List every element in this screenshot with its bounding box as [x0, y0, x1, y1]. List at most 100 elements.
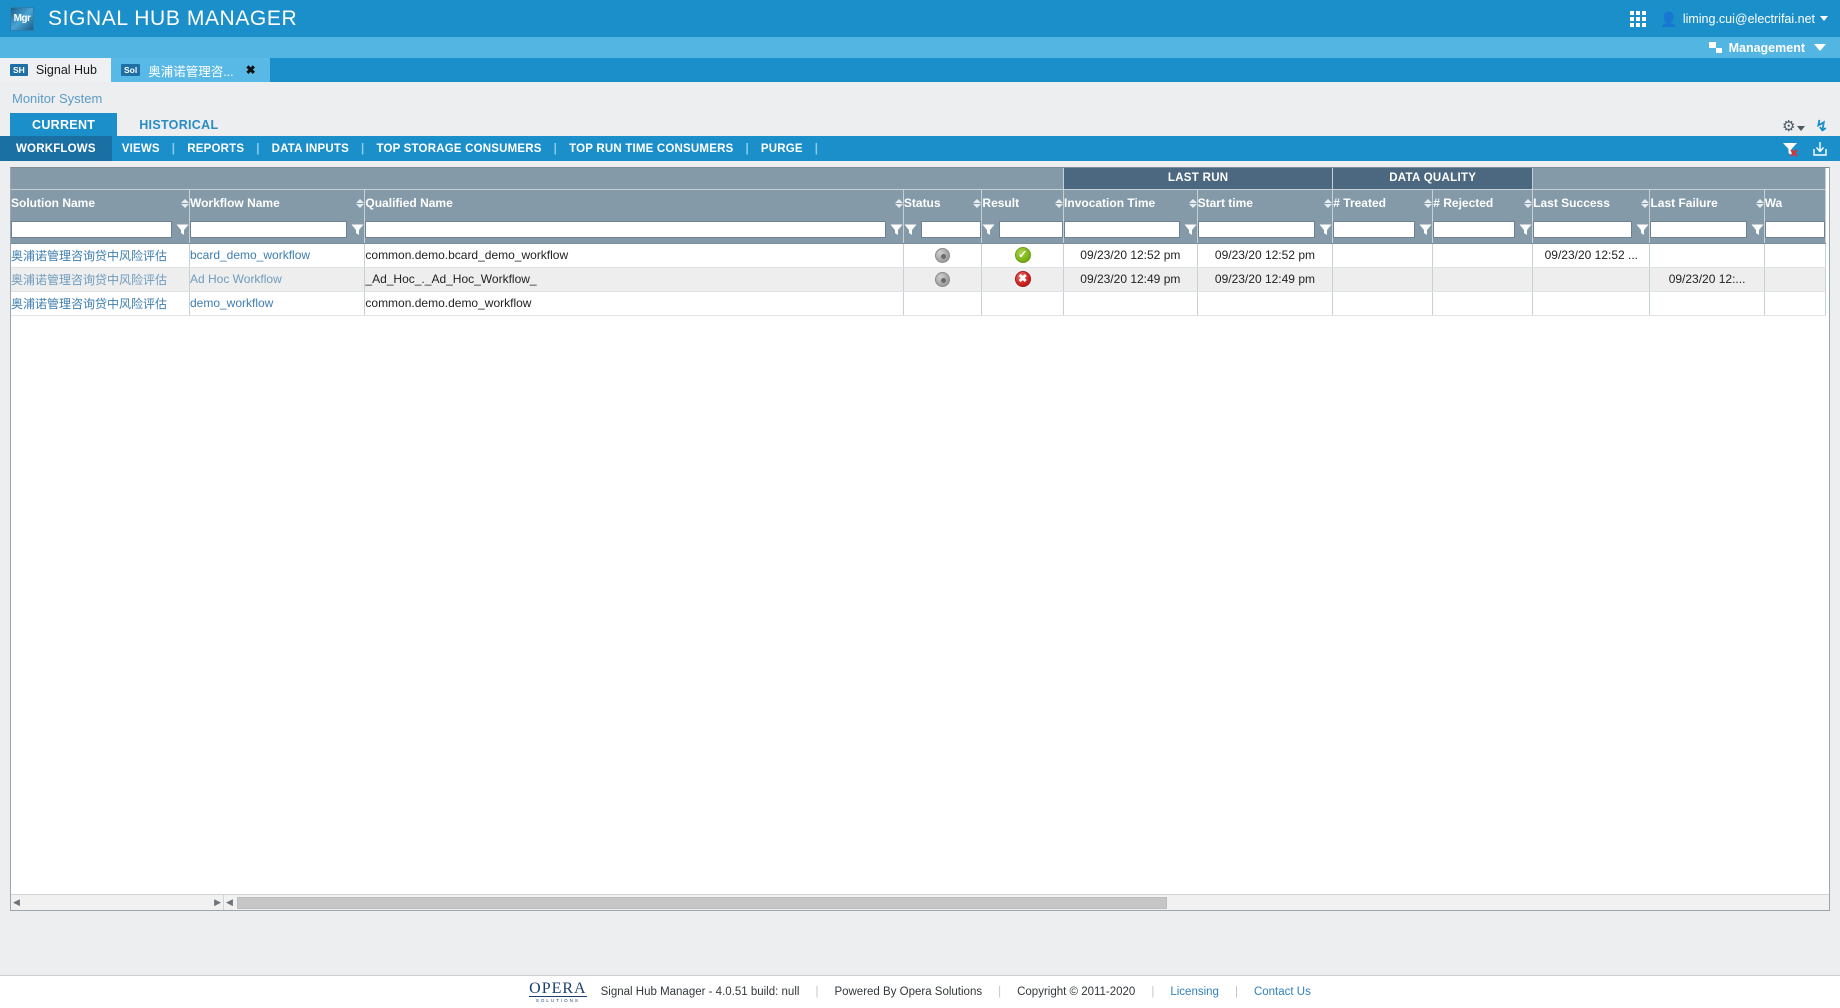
- frozen-columns-scrollbar[interactable]: ◀ ▶: [11, 895, 224, 910]
- scroll-right-arrow-icon[interactable]: ▶: [214, 898, 221, 907]
- solution-name-link[interactable]: 奥浦诺管理咨询贷中风险评估: [11, 273, 167, 287]
- nav-item-data-inputs[interactable]: DATA INPUTS: [262, 136, 359, 161]
- filter-funnel-icon[interactable]: [1519, 223, 1532, 236]
- app-tab-solution[interactable]: Sol 奥浦诺管理咨... ✖: [110, 58, 270, 82]
- col-label: Last Failure: [1650, 196, 1718, 211]
- sort-icon[interactable]: [894, 198, 903, 208]
- scrollbar-thumb[interactable]: [236, 896, 1167, 909]
- sort-icon[interactable]: [1424, 198, 1432, 208]
- cell-wa: [1764, 243, 1827, 268]
- grid-apps-icon[interactable]: [1630, 10, 1647, 27]
- cell-start-time: 09/23/20 12:52 pm: [1197, 243, 1334, 268]
- workflow-name-link[interactable]: bcard_demo_workflow: [190, 248, 310, 262]
- solution-name-link[interactable]: 奥浦诺管理咨询贷中风险评估: [11, 249, 167, 263]
- filter-funnel-icon[interactable]: [982, 223, 995, 236]
- col-header-invocation-time[interactable]: Invocation Time: [1063, 188, 1198, 217]
- col-header-last-failure[interactable]: Last Failure: [1649, 188, 1765, 217]
- footer-licensing-link[interactable]: Licensing: [1170, 986, 1219, 998]
- filter-input-solution-name[interactable]: [11, 221, 172, 239]
- filter-input-rejected[interactable]: [1433, 221, 1516, 239]
- footer-contact-link[interactable]: Contact Us: [1254, 986, 1311, 998]
- filter-funnel-icon[interactable]: [890, 223, 903, 236]
- col-header-result[interactable]: Result: [981, 188, 1065, 217]
- col-header-start-time[interactable]: Start time: [1197, 188, 1334, 217]
- table-row[interactable]: 奥浦诺管理咨询贷中风险评估 demo_workflow common.demo.…: [11, 291, 1827, 316]
- nav-item-workflows[interactable]: WORKFLOWS: [0, 136, 112, 161]
- cell-qualified-name: common.demo.demo_workflow: [364, 291, 904, 316]
- solution-name-link[interactable]: 奥浦诺管理咨询贷中风险评估: [11, 297, 167, 311]
- cell-rejected: [1432, 243, 1534, 268]
- sort-icon[interactable]: [1524, 198, 1532, 208]
- scroll-left-arrow-icon[interactable]: ◀: [226, 898, 233, 907]
- sort-icon[interactable]: [180, 198, 189, 208]
- filter-funnel-icon[interactable]: [1319, 223, 1332, 236]
- tab-historical[interactable]: HISTORICAL: [117, 113, 240, 136]
- cell-solution-name[interactable]: 奥浦诺管理咨询贷中风险评估: [11, 291, 190, 316]
- sitemap-icon: [1708, 41, 1723, 54]
- filter-input-treated[interactable]: [1333, 221, 1416, 239]
- user-menu[interactable]: 👤 liming.cui@electrifai.net: [1660, 12, 1828, 26]
- filter-input-start-time[interactable]: [1197, 221, 1316, 239]
- nav-item-top-storage-consumers[interactable]: TOP STORAGE CONSUMERS: [366, 136, 551, 161]
- filter-input-wa[interactable]: [1764, 221, 1825, 239]
- breadcrumb[interactable]: Monitor System: [0, 82, 1840, 113]
- filter-funnel-icon[interactable]: [351, 223, 364, 236]
- nav-item-purge[interactable]: PURGE: [751, 136, 813, 161]
- clear-filter-icon[interactable]: [1782, 141, 1798, 157]
- col-header-last-success[interactable]: Last Success: [1532, 188, 1651, 217]
- filter-input-workflow-name[interactable]: [189, 221, 348, 239]
- nav-item-views[interactable]: VIEWS: [112, 136, 170, 161]
- workflow-name-link[interactable]: Ad Hoc Workflow: [190, 272, 282, 286]
- sort-icon[interactable]: [1641, 198, 1649, 208]
- filter-funnel-icon[interactable]: [1419, 223, 1432, 236]
- filter-input-status[interactable]: [920, 221, 982, 239]
- sort-icon[interactable]: [973, 198, 981, 208]
- app-tab-signal-hub[interactable]: SH Signal Hub: [0, 58, 111, 82]
- filter-input-result[interactable]: [999, 221, 1064, 239]
- tab-current[interactable]: CURRENT: [10, 113, 118, 136]
- col-header-qualified-name[interactable]: Qualified Name: [364, 188, 904, 217]
- cell-treated: [1332, 267, 1434, 292]
- cell-workflow-name[interactable]: bcard_demo_workflow: [189, 243, 366, 268]
- grid-horizontal-scrollbar[interactable]: ◀: [224, 895, 1829, 910]
- sort-icon[interactable]: [1755, 198, 1764, 208]
- nav-item-top-run-time-consumers[interactable]: TOP RUN TIME CONSUMERS: [559, 136, 743, 161]
- filter-input-last-failure[interactable]: [1650, 221, 1747, 239]
- cell-status: [903, 243, 983, 268]
- col-header-rejected[interactable]: # Rejected: [1432, 188, 1534, 217]
- filter-funnel-icon[interactable]: [904, 223, 917, 236]
- filter-input-last-success[interactable]: [1533, 221, 1633, 239]
- cell-solution-name[interactable]: 奥浦诺管理咨询贷中风险评估: [11, 243, 190, 268]
- filter-funnel-icon[interactable]: [1184, 223, 1197, 236]
- cell-workflow-name[interactable]: demo_workflow: [189, 291, 366, 316]
- export-download-icon[interactable]: [1812, 140, 1828, 157]
- col-header-workflow-name[interactable]: Workflow Name: [189, 188, 366, 217]
- filter-input-qualified-name[interactable]: [365, 221, 886, 239]
- sort-icon[interactable]: [356, 198, 364, 208]
- table-row[interactable]: 奥浦诺管理咨询贷中风险评估 bcard_demo_workflow common…: [11, 243, 1827, 268]
- filter-cell-last-success: [1532, 217, 1651, 244]
- filter-input-invocation-time[interactable]: [1064, 221, 1180, 239]
- filter-funnel-icon[interactable]: [1636, 223, 1649, 236]
- management-menu-label[interactable]: Management: [1729, 41, 1805, 55]
- refresh-bolt-icon[interactable]: ↯: [1815, 119, 1828, 134]
- cell-solution-name[interactable]: 奥浦诺管理咨询贷中风险评估: [11, 267, 190, 292]
- workflow-name-link[interactable]: demo_workflow: [190, 296, 273, 310]
- table-row[interactable]: 奥浦诺管理咨询贷中风险评估 Ad Hoc Workflow _Ad_Hoc_._…: [11, 267, 1827, 292]
- sort-icon[interactable]: [1188, 198, 1197, 208]
- filter-funnel-icon[interactable]: [1751, 223, 1764, 236]
- cell-qualified-name: _Ad_Hoc_._Ad_Hoc_Workflow_: [364, 267, 904, 292]
- cell-workflow-name[interactable]: Ad Hoc Workflow: [189, 267, 366, 292]
- sort-icon[interactable]: [1055, 198, 1063, 208]
- col-header-wa[interactable]: Wa: [1764, 188, 1827, 217]
- close-icon[interactable]: ✖: [246, 63, 256, 77]
- col-header-solution-name[interactable]: Solution Name: [11, 188, 190, 217]
- caret-down-icon[interactable]: [1814, 44, 1826, 51]
- scroll-left-arrow-icon[interactable]: ◀: [13, 898, 20, 907]
- col-header-status[interactable]: Status: [903, 188, 983, 217]
- settings-gear-icon[interactable]: ⚙: [1782, 119, 1806, 134]
- nav-item-reports[interactable]: REPORTS: [177, 136, 254, 161]
- filter-funnel-icon[interactable]: [176, 223, 189, 236]
- sort-icon[interactable]: [1324, 198, 1332, 208]
- col-header-treated[interactable]: # Treated: [1332, 188, 1434, 217]
